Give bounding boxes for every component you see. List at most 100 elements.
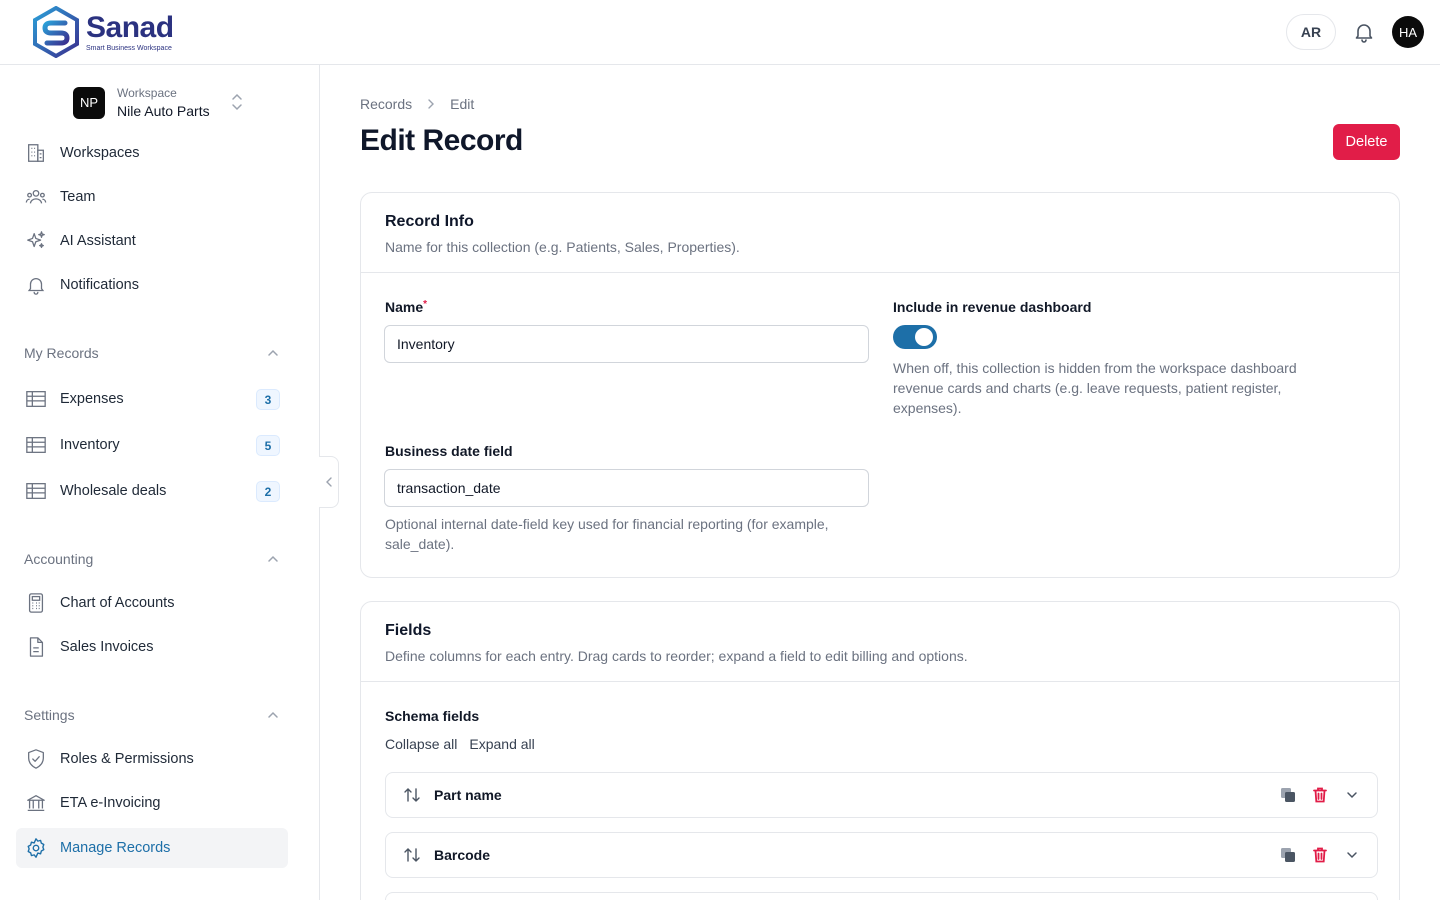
revenue-dashboard-toggle[interactable]: [893, 325, 937, 349]
schema-field-row[interactable]: Part name: [385, 772, 1378, 818]
sidebar-item-workspaces[interactable]: Workspaces: [16, 133, 288, 173]
sidebar-item-label: AI Assistant: [60, 233, 136, 249]
toggle-knob: [915, 328, 933, 346]
sparkles-icon: [24, 229, 48, 253]
brand-name: Sanad: [86, 10, 174, 44]
section-accounting[interactable]: Accounting: [24, 549, 280, 569]
duplicate-icon[interactable]: [1279, 846, 1297, 864]
sidebar-item-team[interactable]: Team: [16, 177, 288, 217]
trash-icon[interactable]: [1311, 786, 1329, 804]
notifications-bell-icon[interactable]: [1352, 20, 1376, 44]
workspace-label: Workspace: [117, 86, 177, 100]
chevron-up-icon: [268, 711, 278, 718]
collapse-all-button[interactable]: Collapse all: [385, 736, 457, 752]
sidebar-item-inventory[interactable]: Inventory 5: [16, 425, 288, 465]
sidebar: NP Workspace Nile Auto Parts Workspaces …: [0, 65, 320, 900]
record-info-card: Record Info Name for this collection (e.…: [360, 192, 1400, 578]
logo-icon: [33, 6, 79, 58]
count-badge: 3: [256, 389, 280, 410]
sidebar-item-chart-of-accounts[interactable]: Chart of Accounts: [16, 583, 288, 623]
sidebar-item-roles-permissions[interactable]: Roles & Permissions: [16, 739, 288, 779]
brand-tagline: Smart Business Workspace: [86, 44, 172, 52]
sidebar-item-label: Sales Invoices: [60, 639, 154, 655]
schema-field-row[interactable]: Barcode: [385, 832, 1378, 878]
section-title: My Records: [24, 345, 99, 361]
sidebar-item-eta-e-invoicing[interactable]: ETA e-Invoicing: [16, 783, 288, 823]
name-input[interactable]: Inventory: [384, 325, 869, 363]
drag-handle-icon[interactable]: [402, 845, 422, 865]
delete-button[interactable]: Delete: [1333, 124, 1400, 160]
revenue-dashboard-help: When off, this collection is hidden from…: [893, 360, 1297, 416]
workspace-name: Nile Auto Parts: [117, 103, 210, 119]
name-field-label: Name*: [385, 299, 427, 315]
section-my-records[interactable]: My Records: [24, 343, 280, 363]
breadcrumb-current: Edit: [450, 96, 475, 112]
bank-icon: [24, 791, 48, 815]
bell-icon: [24, 273, 48, 297]
sidebar-item-sales-invoices[interactable]: Sales Invoices: [16, 627, 288, 667]
chevron-up-icon: [268, 555, 278, 562]
sidebar-item-expenses[interactable]: Expenses 3: [16, 379, 288, 419]
workspace-avatar: NP: [73, 86, 105, 119]
table-icon: [24, 479, 48, 503]
business-date-help: Optional internal date-field key used fo…: [385, 516, 829, 552]
section-title: Accounting: [24, 551, 94, 567]
count-badge: 2: [256, 481, 280, 502]
field-name: Part name: [434, 787, 502, 803]
brand-logo[interactable]: Sanad Smart Business Workspace: [32, 6, 174, 58]
business-date-input[interactable]: transaction_date: [384, 469, 869, 507]
schema-field-row[interactable]: [385, 892, 1378, 900]
sidebar-item-wholesale-deals[interactable]: Wholesale deals 2: [16, 471, 288, 511]
users-icon: [24, 185, 48, 209]
card-subtitle: Name for this collection (e.g. Patients,…: [385, 239, 740, 255]
fields-card: Fields Define columns for each entry. Dr…: [360, 601, 1400, 900]
field-name: Barcode: [434, 847, 491, 863]
chevron-right-icon: [428, 99, 435, 109]
sidebar-item-ai-assistant[interactable]: AI Assistant: [16, 221, 288, 261]
drag-handle-icon[interactable]: [402, 785, 422, 805]
expand-all-button[interactable]: Expand all: [469, 736, 534, 752]
sidebar-item-manage-records[interactable]: Manage Records: [16, 828, 288, 868]
card-title: Fields: [385, 622, 432, 639]
top-bar: Sanad Smart Business Workspace AR HA: [0, 0, 1440, 65]
calculator-icon: [24, 591, 48, 615]
section-settings[interactable]: Settings: [24, 705, 280, 725]
expand-collapse-links: Collapse all Expand all: [385, 736, 535, 752]
trash-icon[interactable]: [1311, 846, 1329, 864]
sidebar-item-label: ETA e-Invoicing: [60, 795, 161, 811]
building-icon: [24, 141, 48, 165]
chevron-down-icon[interactable]: [1343, 786, 1361, 804]
card-subtitle: Define columns for each entry. Drag card…: [385, 648, 968, 664]
sidebar-item-label: Manage Records: [60, 840, 171, 856]
duplicate-icon[interactable]: [1279, 786, 1297, 804]
sidebar-item-label: Roles & Permissions: [60, 751, 194, 767]
user-avatar[interactable]: HA: [1392, 16, 1424, 48]
required-asterisk: *: [423, 299, 428, 310]
sidebar-item-label: Workspaces: [60, 145, 140, 161]
revenue-dashboard-label: Include in revenue dashboard: [893, 299, 1092, 315]
chevron-left-icon: [325, 477, 332, 487]
name-label-text: Name: [385, 299, 424, 315]
section-title: Settings: [24, 707, 75, 723]
page-title: Edit Record: [360, 124, 523, 157]
business-date-label: Business date field: [385, 443, 513, 459]
sidebar-collapse-button[interactable]: [319, 456, 339, 508]
sidebar-item-label: Chart of Accounts: [60, 595, 175, 611]
chevron-down-icon[interactable]: [1343, 846, 1361, 864]
chevron-updown-icon[interactable]: [230, 93, 244, 111]
gear-icon: [24, 836, 48, 860]
shield-check-icon: [24, 747, 48, 771]
workspace-switcher[interactable]: NP Workspace Nile Auto Parts: [73, 86, 210, 119]
breadcrumb-records-link[interactable]: Records: [360, 96, 412, 112]
sidebar-item-notifications[interactable]: Notifications: [16, 265, 288, 305]
count-badge: 5: [256, 435, 280, 456]
sidebar-item-label: Wholesale deals: [60, 483, 167, 499]
chevron-up-icon: [268, 349, 278, 356]
document-icon: [24, 635, 48, 659]
language-toggle-button[interactable]: AR: [1286, 14, 1336, 50]
card-title: Record Info: [385, 213, 474, 230]
table-icon: [24, 387, 48, 411]
schema-fields-label: Schema fields: [385, 708, 480, 724]
sidebar-item-label: Inventory: [60, 437, 120, 453]
table-icon: [24, 433, 48, 457]
